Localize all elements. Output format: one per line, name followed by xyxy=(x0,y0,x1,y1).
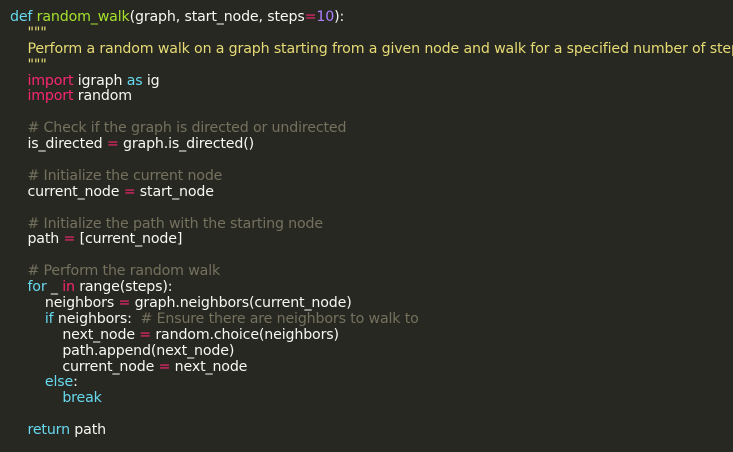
code-token: start_node xyxy=(135,183,214,200)
code-token: def xyxy=(10,9,37,25)
code-token: neighbors xyxy=(10,295,119,312)
code-token: # Ensure there are neighbors to walk to xyxy=(140,310,419,327)
code-token: path xyxy=(10,231,64,248)
code-token: 10 xyxy=(316,9,335,25)
code-token: # Perform the random walk xyxy=(10,263,221,280)
code-token: = xyxy=(158,358,171,375)
code-token: (graph, start_node, steps xyxy=(129,9,305,25)
code-token: ): xyxy=(334,9,345,25)
code-token: = xyxy=(106,136,119,153)
code-token: in xyxy=(62,279,75,296)
code-token: # Initialize the current node xyxy=(10,167,223,184)
code-token: = xyxy=(123,183,136,200)
code-token: random_walk xyxy=(36,9,130,25)
code-line: Perform a random walk on a graph startin… xyxy=(10,40,733,58)
code-token: """ xyxy=(10,24,47,41)
code-token: : xyxy=(73,374,78,391)
code-line: current_node = start_node xyxy=(10,183,733,201)
code-line: # Initialize the current node xyxy=(10,167,733,185)
code-token: neighbors: xyxy=(53,310,141,327)
code-token: next_node xyxy=(10,326,140,343)
code-token: = xyxy=(304,9,317,25)
code-line: # Check if the graph is directed or undi… xyxy=(10,120,733,137)
code-line: path.append(next_node) xyxy=(10,342,733,360)
code-token: else xyxy=(44,374,74,391)
code-line: is_directed = graph.is_directed() xyxy=(10,136,733,153)
code-token: Perform a random walk on a graph startin… xyxy=(10,40,733,57)
code-token: if xyxy=(44,310,54,327)
code-line: break xyxy=(10,390,733,407)
code-line: """ xyxy=(10,24,733,42)
code-line: def random_walk(graph, start_node, steps… xyxy=(10,9,733,26)
code-token: random xyxy=(73,88,132,105)
code-line: # Perform the random walk xyxy=(10,263,733,280)
code-token: import xyxy=(27,88,74,105)
code-token: graph.is_directed() xyxy=(118,136,254,153)
code-token: range(steps): xyxy=(74,279,173,296)
code-token: [current_node] xyxy=(75,231,183,248)
code-token: random.choice(neighbors) xyxy=(151,326,339,343)
code-token: igraph xyxy=(73,72,127,89)
code-line: import igraph as ig xyxy=(10,72,733,90)
code-token: # Check if the graph is directed or undi… xyxy=(10,120,347,137)
code-token: next_node xyxy=(170,358,248,375)
code-line: return path xyxy=(10,422,733,439)
code-token: # Initialize the path with the starting … xyxy=(10,215,323,232)
code-line: next_node = random.choice(neighbors) xyxy=(10,326,733,344)
code-line: else: xyxy=(10,375,733,391)
code-line: if neighbors: # Ensure there are neighbo… xyxy=(10,310,733,328)
code-token: current_node xyxy=(10,183,124,200)
code-token: = xyxy=(118,295,131,312)
code-line: # Initialize the path with the starting … xyxy=(10,215,733,233)
code-token: is_directed xyxy=(10,136,107,153)
code-line: """ xyxy=(10,56,733,74)
code-token: for xyxy=(27,279,47,296)
code-token: path.append(next_node) xyxy=(10,342,235,359)
code-line: neighbors = graph.neighbors(current_node… xyxy=(10,295,733,312)
code-token: import xyxy=(27,72,74,89)
code-token: current_node xyxy=(10,358,159,375)
code-token: graph.neighbors(current_node) xyxy=(130,295,352,312)
code-line: import random xyxy=(10,89,733,105)
code-token: _ xyxy=(46,279,63,296)
code-token: path xyxy=(69,422,106,439)
code-token: = xyxy=(139,326,152,343)
code-token: """ xyxy=(10,56,47,73)
code-line: for _ in range(steps): xyxy=(10,279,733,296)
code-line: current_node = next_node xyxy=(10,358,733,376)
code-token: return xyxy=(27,422,70,439)
code-token: as xyxy=(126,72,143,89)
code-token: break xyxy=(62,390,102,407)
code-token: ig xyxy=(142,72,160,89)
code-line: path = [current_node] xyxy=(10,232,733,248)
code-token: = xyxy=(63,231,76,248)
code-editor[interactable]: def random_walk(graph, start_node, steps… xyxy=(0,0,733,452)
